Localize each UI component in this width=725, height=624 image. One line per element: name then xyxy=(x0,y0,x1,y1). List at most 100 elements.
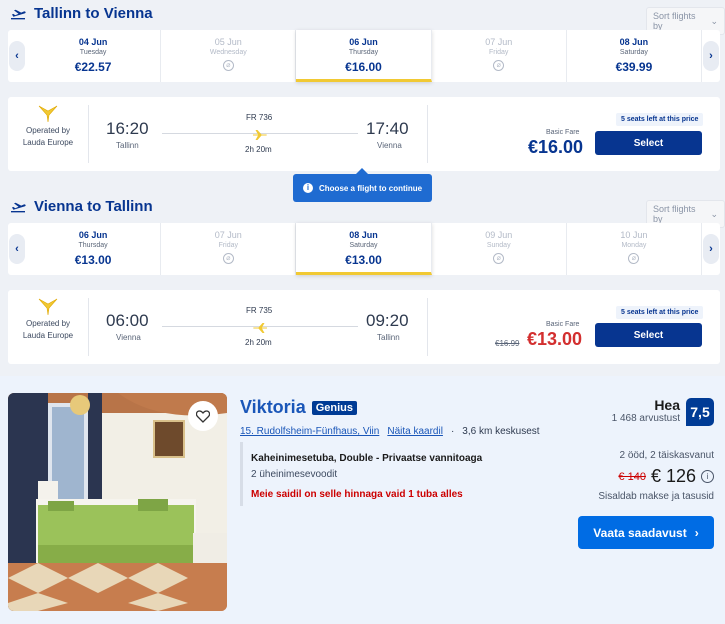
flight-duration: 2h 20m xyxy=(245,338,272,347)
flight-number: FR 735 xyxy=(246,306,273,315)
date-label: 04 Jun xyxy=(78,37,108,47)
see-availability-button[interactable]: Vaata saadavust › xyxy=(578,516,714,549)
date-price: €22.57 xyxy=(74,60,112,74)
date-label: 08 Jun xyxy=(349,230,378,240)
arrive-time: 09:20 xyxy=(366,311,409,330)
date-price: €13.00 xyxy=(345,253,382,267)
flight-duration: 2h 20m xyxy=(245,145,272,154)
divider xyxy=(427,298,428,356)
weekday-label: Saturday xyxy=(349,242,378,249)
hotel-location-row: 15. Rudolfsheim-Fünfhaus, Viin Näita kaa… xyxy=(240,426,540,437)
arrive-city: Tallinn xyxy=(377,333,400,342)
date-cell[interactable]: 06 Jun Thursday €13.00 xyxy=(26,223,162,275)
no-flight-icon: ⌀ xyxy=(493,60,505,71)
wishlist-heart-button[interactable] xyxy=(188,401,218,431)
date-label: 09 Jun xyxy=(485,230,513,240)
date-label: 05 Jun xyxy=(214,37,242,47)
genius-badge: Genius xyxy=(311,400,357,415)
date-label: 07 Jun xyxy=(485,37,513,47)
weekday-label: Tuesday xyxy=(79,49,107,56)
room-info-divider xyxy=(240,442,243,506)
bed-configuration: 2 üheinimesevoodit xyxy=(251,469,338,480)
review-score-badge[interactable]: 7,5 xyxy=(686,398,714,426)
current-price: € 126 xyxy=(650,466,696,486)
info-circle-icon[interactable]: i xyxy=(701,470,714,483)
date-price: €16.00 xyxy=(345,60,382,74)
operated-by-label: Operated by xyxy=(25,319,71,328)
plane-icon xyxy=(253,127,267,145)
flight-price: €16.00 xyxy=(528,137,584,157)
next-dates-button[interactable]: › xyxy=(702,223,720,275)
date-cell: 05 Jun Wednesday ⌀ xyxy=(161,30,297,82)
heart-icon xyxy=(196,409,210,423)
select-flight-button[interactable]: Select xyxy=(595,323,702,347)
date-cell: 07 Jun Friday ⌀ xyxy=(161,223,297,275)
prev-dates-button[interactable]: ‹ xyxy=(8,30,26,82)
weekday-label: Wednesday xyxy=(209,49,247,56)
divider xyxy=(88,105,89,163)
outbound-date-strip: ‹ 04 Jun Tuesday €22.57 05 Jun Wednesday… xyxy=(8,30,720,82)
flight-price: €13.00 xyxy=(527,329,583,349)
chevron-left-icon: ‹ xyxy=(9,41,25,71)
ryanair-logo-icon xyxy=(38,105,58,123)
flight-number: FR 736 xyxy=(246,113,273,122)
room-type-title: Kaheinimesetuba, Double - Privaatse vann… xyxy=(251,453,483,464)
weekday-label: Monday xyxy=(621,242,647,249)
date-label: 06 Jun xyxy=(349,37,378,47)
chevron-down-icon: ⌄ xyxy=(710,15,718,26)
sort-label: Sort flights by xyxy=(653,11,696,31)
date-label: 07 Jun xyxy=(214,230,242,240)
no-flight-icon: ⌀ xyxy=(493,253,505,264)
depart-time: 06:00 xyxy=(106,311,149,330)
weekday-label: Friday xyxy=(218,242,239,249)
date-price: €13.00 xyxy=(74,253,112,267)
hotel-title-row: Viktoria Genius xyxy=(240,397,357,418)
no-flight-icon: ⌀ xyxy=(628,253,640,264)
operator-name: Lauda Europe xyxy=(22,138,74,147)
prev-dates-button[interactable]: ‹ xyxy=(8,223,26,275)
date-cell-selected[interactable]: 06 Jun Thursday €16.00 xyxy=(296,30,432,82)
plane-departure-icon xyxy=(10,8,26,20)
inbound-title: Vienna to Tallinn xyxy=(34,198,153,215)
review-score-word: Hea xyxy=(654,397,680,413)
operator-name: Lauda Europe xyxy=(22,331,74,340)
airline-info: Operated by Lauda Europe xyxy=(18,298,78,342)
date-cell: 09 Jun Sunday ⌀ xyxy=(432,223,567,275)
plane-departure-icon xyxy=(10,201,26,213)
select-flight-button[interactable]: Select xyxy=(595,131,702,155)
distance-from-centre: 3,6 km keskusest xyxy=(462,426,540,437)
outbound-title: Tallinn to Vienna xyxy=(34,5,153,22)
show-on-map-link[interactable]: Näita kaardil xyxy=(387,426,443,437)
date-cell: 07 Jun Friday ⌀ xyxy=(432,30,567,82)
no-flight-icon: ⌀ xyxy=(222,253,234,264)
inbound-date-strip: ‹ 06 Jun Thursday €13.00 07 Jun Friday ⌀… xyxy=(8,223,720,275)
divider xyxy=(427,105,428,163)
seats-left-badge: 5 seats left at this price xyxy=(616,306,704,319)
original-price: €16.99 xyxy=(495,339,520,348)
stay-details: 2 ööd, 2 täiskasvanut xyxy=(619,450,714,461)
availability-warning: Meie saidil on selle hinnaga vaid 1 tuba… xyxy=(251,489,463,500)
price-row: € 140 € 126 i xyxy=(560,466,714,487)
fare-label: Basic Fare xyxy=(546,129,580,136)
district-link[interactable]: 15. Rudolfsheim-Fünfhaus, Viin xyxy=(240,426,379,437)
date-cell[interactable]: 08 Jun Saturday €39.99 xyxy=(567,30,703,82)
inbound-header: Vienna to Tallinn xyxy=(10,198,153,215)
depart-city: Vienna xyxy=(116,333,141,342)
hotel-name-link[interactable]: Viktoria xyxy=(240,397,306,418)
date-cell-selected[interactable]: 08 Jun Saturday €13.00 xyxy=(296,223,432,275)
cta-label: Vaata saadavust xyxy=(593,525,687,540)
outbound-flight-card[interactable]: Operated by Lauda Europe 16:20 Tallinn F… xyxy=(8,97,720,171)
arrive-city: Vienna xyxy=(377,141,402,150)
inbound-flight-card[interactable]: Operated by Lauda Europe 06:00 Vienna FR… xyxy=(8,290,720,364)
outbound-header: Tallinn to Vienna xyxy=(10,5,153,22)
weekday-label: Sunday xyxy=(486,242,511,249)
chevron-down-icon: ⌄ xyxy=(710,208,718,219)
date-cell[interactable]: 04 Jun Tuesday €22.57 xyxy=(26,30,162,82)
weekday-label: Saturday xyxy=(619,49,648,56)
date-price: €39.99 xyxy=(615,60,653,74)
hotel-photo[interactable] xyxy=(8,393,227,611)
next-dates-button[interactable]: › xyxy=(702,30,720,82)
weekday-label: Thursday xyxy=(348,49,379,56)
review-summary[interactable]: Hea 1 468 arvustust xyxy=(560,397,680,424)
review-count: 1 468 arvustust xyxy=(611,413,680,424)
